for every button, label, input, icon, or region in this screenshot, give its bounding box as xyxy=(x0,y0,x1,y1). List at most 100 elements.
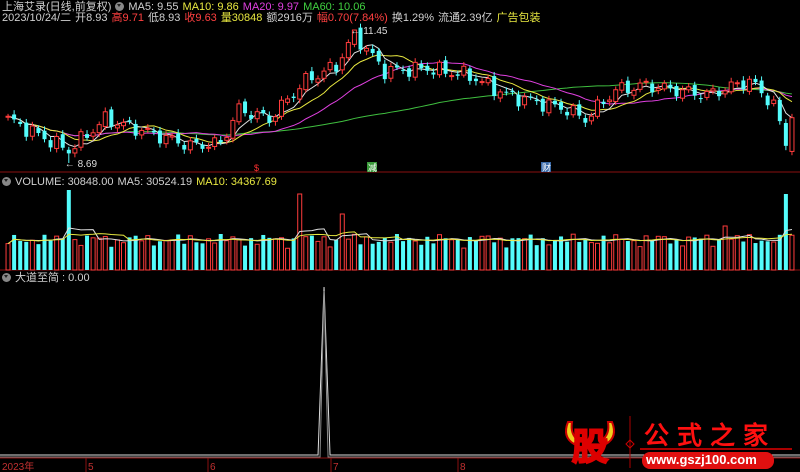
volume-bar xyxy=(473,240,478,270)
candle-body xyxy=(522,96,528,106)
volume-bar xyxy=(637,246,643,271)
volume-bar xyxy=(163,239,169,271)
volume-bar xyxy=(698,238,703,270)
watermark-logo: 股 公式之家 www.gszj100.com xyxy=(560,412,800,472)
logo-char: 股 xyxy=(571,426,609,469)
candle-body xyxy=(655,87,661,91)
volume-bar xyxy=(315,240,321,271)
volume-bar xyxy=(789,234,795,271)
volume-bar xyxy=(619,238,625,271)
volume-bar xyxy=(96,237,102,271)
candle-body xyxy=(619,82,625,91)
volume-bar xyxy=(583,239,588,270)
candle-body xyxy=(777,99,782,122)
volume-bar xyxy=(655,235,661,271)
candle-body xyxy=(722,90,728,95)
volume-bar xyxy=(728,238,734,271)
candle-body xyxy=(419,63,424,69)
candle-body xyxy=(650,83,655,93)
candle-body xyxy=(710,88,716,92)
candle-body xyxy=(285,98,291,103)
candle-body xyxy=(607,99,613,103)
candle-body xyxy=(674,86,679,97)
candle-body xyxy=(187,140,193,151)
candle-body xyxy=(588,115,594,122)
candle-body xyxy=(303,73,309,91)
axis-label: 5 xyxy=(88,462,94,472)
volume-bar xyxy=(182,243,187,270)
candle-body xyxy=(746,78,752,92)
volume-bar xyxy=(467,237,472,270)
candle-body xyxy=(212,137,218,147)
candle-body xyxy=(200,144,205,149)
volume-bar xyxy=(674,239,679,270)
candle-body xyxy=(339,57,345,71)
volume-bar xyxy=(5,243,11,271)
axis-label: 6 xyxy=(210,462,216,472)
event-marker: 财 xyxy=(542,162,551,173)
volume-bar xyxy=(412,240,418,271)
candle-body xyxy=(437,61,442,76)
volume-bar xyxy=(668,243,673,270)
candle-body xyxy=(72,148,78,154)
max-price-label: ← 11.45 xyxy=(350,26,387,37)
volume-bar xyxy=(321,236,327,271)
candle-body xyxy=(102,111,108,128)
candle-body xyxy=(789,117,795,152)
volume-bar xyxy=(364,236,370,271)
candle-body xyxy=(236,103,242,123)
candle-body xyxy=(570,105,576,116)
volume-bar xyxy=(254,243,260,271)
volume-bar xyxy=(85,235,90,270)
candle-body xyxy=(783,123,788,146)
candle-body xyxy=(224,137,230,141)
volume-bar xyxy=(243,245,248,270)
volume-bar xyxy=(577,241,582,270)
candle-body xyxy=(613,89,619,103)
candle-body xyxy=(169,135,175,138)
logo-url: www.gszj100.com xyxy=(646,452,757,467)
candle-body xyxy=(127,120,132,122)
candle-body xyxy=(492,76,497,97)
axis-label: 7 xyxy=(333,462,339,472)
volume-bar xyxy=(291,238,296,270)
volume-bar xyxy=(121,242,126,271)
candle-body xyxy=(163,134,169,145)
candle-body xyxy=(407,68,412,77)
candle-body xyxy=(267,115,272,123)
candle-body xyxy=(114,124,120,129)
candle-body xyxy=(109,109,114,127)
candle-body xyxy=(85,134,90,138)
volume-bar xyxy=(194,242,199,270)
volume-bar xyxy=(741,241,746,270)
candle-body xyxy=(401,69,406,71)
volume-bar xyxy=(534,245,539,270)
volume-bar xyxy=(759,240,764,270)
candle-body xyxy=(704,90,710,98)
volume-bar xyxy=(510,238,515,270)
candle-body xyxy=(151,130,156,133)
candle-body xyxy=(218,140,223,143)
volume-bar xyxy=(686,236,692,271)
volume-bar xyxy=(109,246,114,270)
volume-bar xyxy=(236,239,242,271)
candle-body xyxy=(717,90,722,97)
volume-bar xyxy=(407,237,412,270)
candle-body xyxy=(552,100,557,105)
volume-bar xyxy=(24,241,29,270)
volume-bar xyxy=(717,239,722,270)
candle-body xyxy=(625,80,630,93)
candle-body xyxy=(546,99,552,114)
volume-bar xyxy=(18,240,23,270)
event-marker: $ xyxy=(254,163,259,173)
volume-bar xyxy=(425,236,430,270)
volume-bar xyxy=(358,244,363,270)
candle-body xyxy=(765,95,770,106)
logo-name: 公式之家 xyxy=(644,421,777,450)
stock-chart[interactable]: ← 11.45 ← 8.69 $ 减 财 2023年 5 6 7 8 xyxy=(0,0,800,472)
candle-body xyxy=(291,96,296,99)
volume-bar xyxy=(704,234,710,271)
candle-body xyxy=(528,96,533,98)
volume-bar xyxy=(631,240,637,271)
candle-body xyxy=(48,140,53,148)
